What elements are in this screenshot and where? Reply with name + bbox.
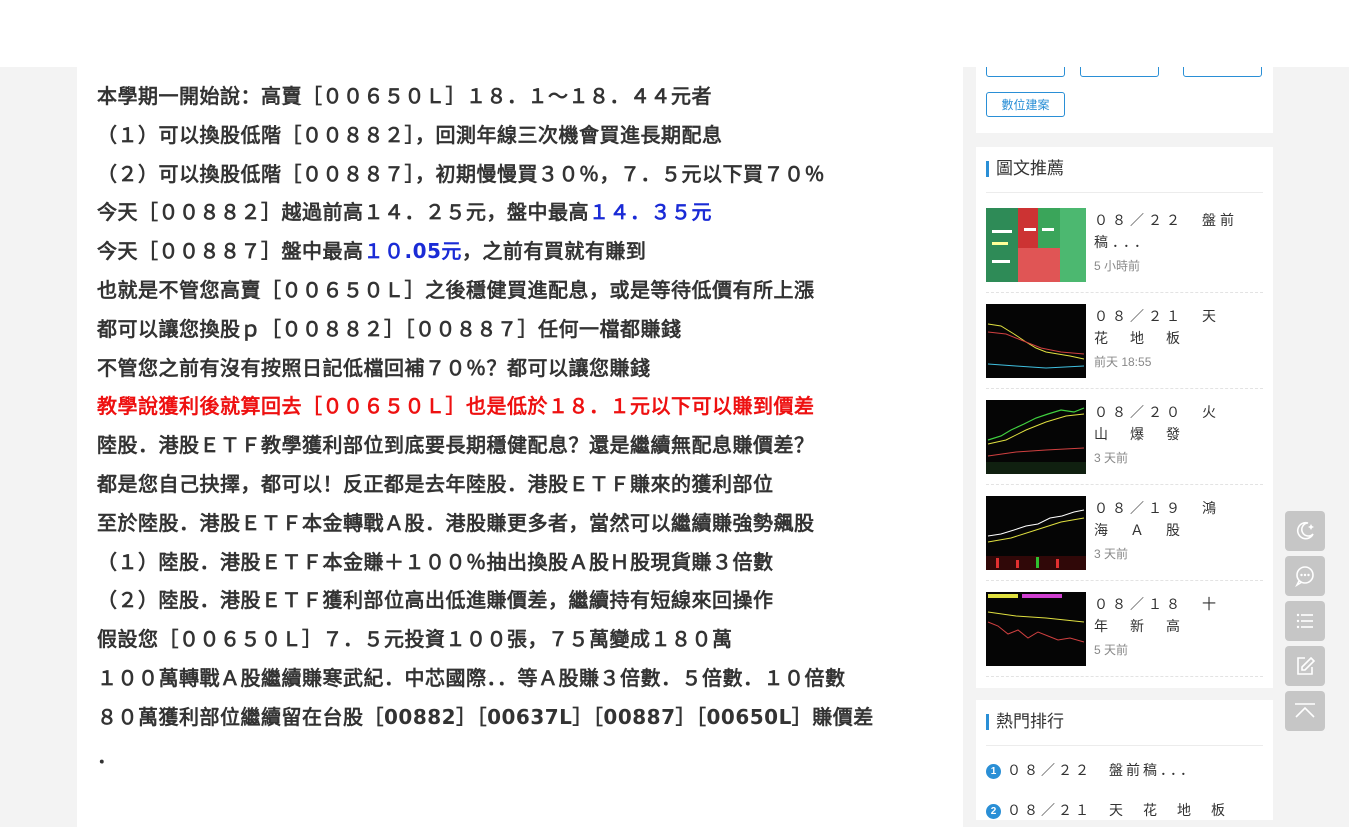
tag-button-digital-construction[interactable]: 數位建案 [986, 92, 1065, 117]
article-line: 都可以讓您換股ｐ［００８８２］［００８８７］任何一檔都賺錢 [97, 316, 682, 341]
article-line: 本學期一開始說：高賣［００６５０Ｌ］１８．１～１８．４４元者 [97, 84, 712, 108]
article-thumbnail[interactable] [986, 496, 1086, 570]
edit-icon [1297, 656, 1316, 675]
recommended-panel: 圖文推薦 ０８／２２ 盤前稿．．． 5 小時前 ０８／２１ 天 花 地 板 前天… [976, 147, 1273, 688]
hot-ranking-title: 熱門排行 [986, 710, 1263, 746]
recommended-item-time: 前天 18:55 [1094, 355, 1152, 369]
recommended-title: 圖文推薦 [986, 157, 1263, 193]
highlight-price: １４．３５元 [589, 200, 712, 225]
recommended-item-time: 5 小時前 [1094, 259, 1141, 273]
write-button[interactable] [1285, 646, 1325, 686]
top-navigation-bar [0, 0, 1349, 67]
recommended-item-title[interactable]: ０８／１９ 鴻 海 Ａ 股 [1094, 498, 1254, 542]
recommended-item[interactable]: ０８／２０ 火 山 爆 發 3 天前 [986, 388, 1263, 485]
article-line: 都是您自己抉擇，都可以！反正都是去年陸股．港股ＥＴＦ賺來的獲利部位 [97, 471, 774, 496]
recommended-item[interactable]: ０８／１９ 鴻 海 Ａ 股 3 天前 [986, 484, 1263, 581]
article-line: （２）陸股．港股ＥＴＦ獲利部位高出低進賺價差，繼續持有短線來回操作 [97, 588, 774, 613]
recommended-item-time: 3 天前 [1094, 451, 1129, 465]
recommended-item[interactable]: ０８／１８ 十 年 新 高 5 天前 [986, 580, 1263, 677]
article-line: （１）陸股．港股ＥＴＦ本金賺＋１００％抽出換股Ａ股Ｈ股現貨賺３倍數 [97, 549, 774, 574]
recommended-item-title[interactable]: ０８／２０ 火 山 爆 發 [1094, 402, 1254, 446]
article-line: ８０萬獲利部位繼續留在台股［00882］［00637L］［00887］［0065… [97, 704, 874, 729]
recommended-item-time: 5 天前 [1094, 643, 1129, 657]
table-of-contents-button[interactable] [1285, 601, 1325, 641]
rank-badge: 2 [986, 804, 1001, 819]
highlight-price: １０.05元 [363, 239, 462, 264]
article-line: １００萬轉戰Ａ股繼續賺寒武紀．中芯國際．．等Ａ股賺３倍數．５倍數．１０倍數 [97, 665, 846, 690]
list-icon [1296, 613, 1313, 629]
recommended-item[interactable]: ０８／２１ 天 花 地 板 前天 18:55 [986, 292, 1263, 389]
article-line: 至於陸股．港股ＥＴＦ本金轉戰Ａ股．港股賺更多者，當然可以繼續賺強勢飆股 [97, 510, 815, 535]
article-line: 不管您之前有沒有按照日記低檔回補７０％？都可以讓您賺錢 [97, 355, 651, 380]
rank-badge: 1 [986, 764, 1001, 779]
article-line: 陸股．港股ＥＴＦ教學獲利部位到底要長期穩健配息？還是繼續無配息賺價差？ [97, 433, 815, 458]
hot-ranking-item[interactable]: 1 ０８／２２ 盤前稿．．． [986, 760, 1197, 780]
recommended-item-time: 3 天前 [1094, 547, 1129, 561]
back-to-top-button[interactable] [1285, 691, 1325, 731]
moon-icon [1297, 521, 1314, 540]
article-line: ． [97, 743, 118, 768]
recommended-item-title[interactable]: ０８／１８ 十 年 新 高 [1094, 594, 1254, 638]
article-thumbnail[interactable] [986, 592, 1086, 666]
night-mode-button[interactable] [1285, 511, 1325, 551]
back-to-top-icon [1295, 703, 1315, 718]
article-line: 也就是不管您高賣［００６５０Ｌ］之後穩健買進配息，或是等待低價有所上漲 [97, 277, 815, 302]
article-line: （１）可以換股低階［００８８２］，回測年線三次機會買進長期配息 [97, 122, 723, 147]
article-line: （２）可以換股低階［００８８７］，初期慢慢買３０％，７．５元以下買７０％ [97, 161, 825, 186]
article-line-emphasis: 教學說獲利後就算回去［００６５０Ｌ］也是低於１８．１元以下可以賺到價差 [97, 394, 815, 419]
chat-icon [1295, 566, 1314, 587]
article-line: 今天［００８８７］盤中最高１０.05元，之前有買就有賺到 [97, 239, 647, 264]
hot-ranking-item[interactable]: 2 ０８／２１ 天 花 地 板 [986, 800, 1228, 820]
hot-ranking-panel: 熱門排行 1 ０８／２２ 盤前稿．．． 2 ０８／２１ 天 花 地 板 [976, 700, 1273, 820]
recommended-item-title[interactable]: ０８／２２ 盤前稿．．． [1094, 210, 1254, 254]
comment-button[interactable] [1285, 556, 1325, 596]
article-thumbnail[interactable] [986, 304, 1086, 378]
article-thumbnail[interactable] [986, 400, 1086, 474]
recommended-item[interactable]: ０８／２２ 盤前稿．．． 5 小時前 [986, 196, 1263, 293]
article-thumbnail[interactable] [986, 208, 1086, 282]
recommended-item-title[interactable]: ０８／２１ 天 花 地 板 [1094, 306, 1254, 350]
article-line: 今天［００８８２］越過前高１４．２５元，盤中最高１４．３５元 [97, 200, 712, 225]
article-content: 本學期一開始說：高賣［００６５０Ｌ］１８．１～１８．４４元者 （１）可以換股低階… [77, 67, 963, 827]
article-line: 假設您［００６５０Ｌ］７．５元投資１００張，７５萬變成１８０萬 [97, 627, 733, 652]
